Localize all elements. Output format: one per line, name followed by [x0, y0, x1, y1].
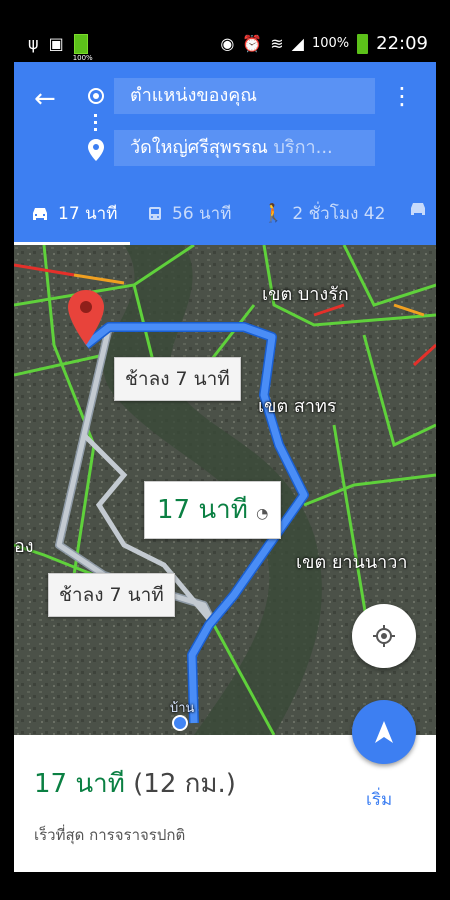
tab-walking[interactable]: 🚶 2 ชั่วโมง 42	[262, 200, 385, 227]
map-label-left-edge: อง	[14, 536, 34, 557]
tab-transit[interactable]: 56 นาที	[146, 200, 231, 227]
my-location-button[interactable]	[352, 604, 416, 668]
main-route-time: 17 นาที	[157, 495, 248, 525]
directions-header: ← ตำแหน่งของคุณ วัดใหญ่ศรีสุพรรณ บริกา..…	[14, 62, 436, 245]
start-navigation-button[interactable]	[352, 700, 416, 764]
map-label-home: บ้าน	[170, 701, 195, 716]
back-arrow-icon[interactable]: ←	[34, 86, 56, 112]
alarm-icon: ⏰	[242, 33, 263, 53]
eye-icon: ◉	[220, 33, 235, 53]
destination-field[interactable]: วัดใหญ่ศรีสุพรรณ บริกา...	[114, 130, 375, 166]
battery-percent: 100%	[311, 36, 350, 51]
wifi-icon: ≋	[270, 33, 284, 53]
battery-small-icon: 100%	[73, 34, 93, 62]
usb-icon: ψ	[28, 34, 39, 53]
navigation-arrow-icon	[375, 721, 393, 743]
eta-time: 17 นาที	[34, 769, 125, 799]
status-bar: ψ ▣ 100% ◉ ⏰ ≋ ◢ 100% 22:09	[14, 28, 436, 62]
main-route-meta-icon: ◔	[256, 506, 269, 522]
tab-driving[interactable]: 17 นาที	[30, 200, 117, 227]
more-options-icon[interactable]: ⋮	[390, 84, 414, 108]
car-icon	[33, 207, 47, 220]
origin-text: ตำแหน่งของคุณ	[130, 85, 258, 106]
signal-icon: ◢	[291, 33, 304, 53]
image-icon: ▣	[48, 34, 64, 53]
car-icon	[411, 203, 425, 215]
origin-field[interactable]: ตำแหน่งของคุณ	[114, 78, 375, 114]
battery-icon	[357, 33, 369, 54]
alt-route-callout-2[interactable]: ช้าลง 7 นาที	[48, 573, 175, 617]
tab-more-mode[interactable]	[408, 200, 428, 218]
tab-walking-label: 2 ชั่วโมง 42	[292, 204, 386, 224]
phone-screen: ψ ▣ 100% ◉ ⏰ ≋ ◢ 100% 22:09 ← ตำแหน่งของ…	[14, 28, 436, 872]
alt-route-callout-1[interactable]: ช้าลง 7 นาที	[114, 357, 241, 401]
walk-icon: 🚶	[262, 203, 285, 224]
tab-driving-label: 17 นาที	[58, 204, 118, 224]
tab-transit-label: 56 นาที	[172, 204, 232, 224]
destination-text: วัดใหญ่ศรีสุพรรณ	[130, 137, 268, 158]
map-label-bang-rak: เขต บางรัก	[262, 284, 349, 305]
route-dots	[94, 114, 97, 134]
route-subtitle: เร็วที่สุด การจราจรปกติ	[34, 826, 186, 844]
start-label[interactable]: เริ่ม	[366, 786, 392, 813]
travel-mode-tabs: 17 นาที 56 นาที 🚶 2 ชั่วโมง 42	[14, 190, 436, 245]
route-eta: 17 นาที (12 กม.)	[34, 763, 236, 804]
bus-icon	[149, 206, 161, 220]
main-route-callout[interactable]: 17 นาที ◔	[144, 481, 282, 539]
destination-pin-icon	[86, 138, 106, 166]
clock: 22:09	[376, 33, 428, 54]
origin-icon	[88, 88, 104, 104]
destination-suffix: บริกา...	[267, 137, 333, 158]
map-label-yan-nawa: เขต ยานนาวา	[296, 552, 408, 573]
crosshair-icon	[373, 625, 395, 647]
map-label-sathon: เขต สาทร	[258, 396, 337, 417]
eta-distance: (12 กม.)	[124, 769, 236, 799]
